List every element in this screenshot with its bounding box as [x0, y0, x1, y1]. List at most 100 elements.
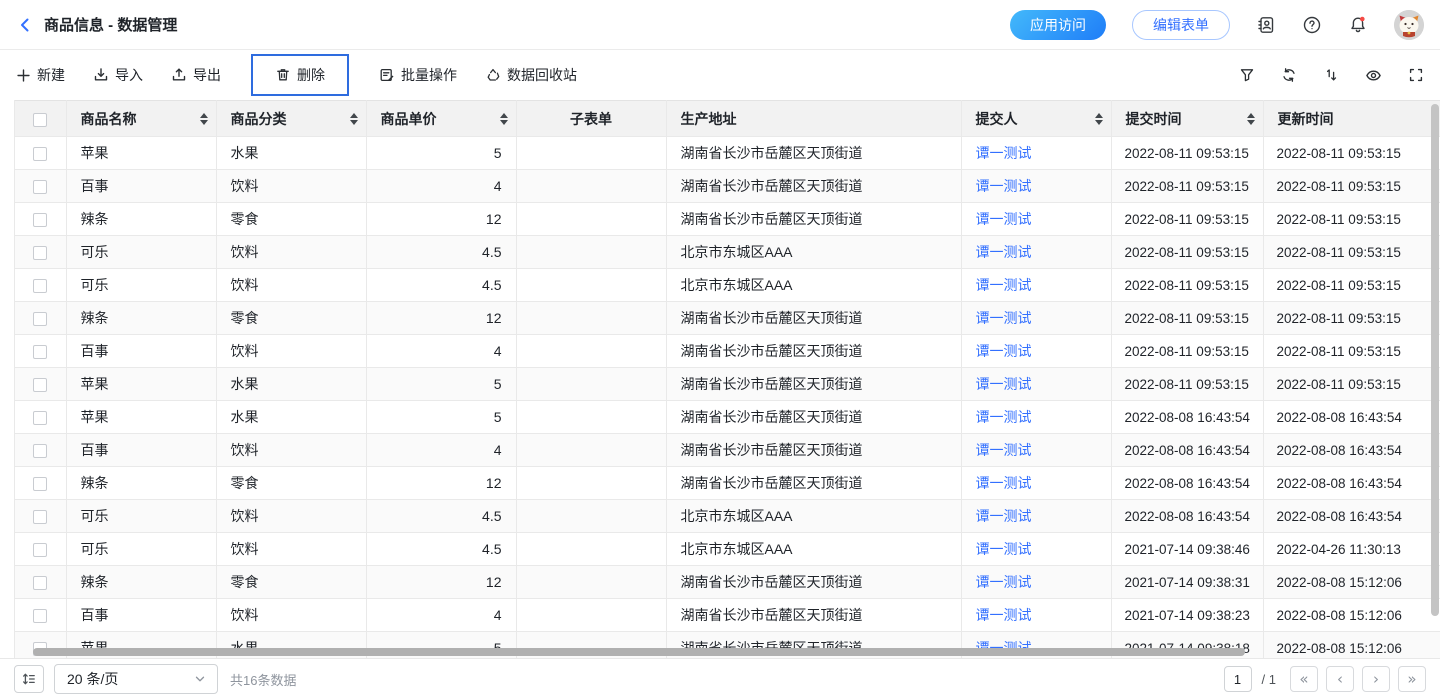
row-checkbox[interactable] — [33, 345, 47, 359]
page-size-select[interactable]: 20 条/页 — [54, 664, 218, 694]
submitter-link[interactable]: 谭一测试 — [976, 442, 1032, 458]
submitter-link[interactable]: 谭一测试 — [976, 574, 1032, 590]
table-row[interactable]: 可乐 饮料 4.5 北京市东城区AAA 谭一测试 2022-08-08 16:4… — [15, 500, 1440, 533]
horizontal-scrollbar[interactable] — [33, 648, 1245, 656]
cell-product-price: 4 — [366, 170, 516, 203]
row-checkbox[interactable] — [33, 246, 47, 260]
sort-settings-button[interactable] — [1323, 67, 1339, 83]
notifications-button[interactable] — [1348, 15, 1368, 35]
back-button[interactable] — [16, 16, 34, 34]
delete-button[interactable]: 删除 — [275, 65, 325, 85]
app-header: 商品信息 - 数据管理 应用访问 编辑表单 — [0, 0, 1440, 50]
cell-product-name: 辣条 — [66, 467, 216, 500]
current-page-input[interactable] — [1224, 666, 1252, 692]
recycle-bin-button[interactable]: 数据回收站 — [485, 65, 577, 85]
submitter-link[interactable]: 谭一测试 — [976, 343, 1032, 359]
submitter-link[interactable]: 谭一测试 — [976, 310, 1032, 326]
export-button[interactable]: 导出 — [171, 65, 221, 85]
cell-address: 湖南省长沙市岳麓区天顶街道 — [666, 401, 961, 434]
contacts-button[interactable] — [1256, 15, 1276, 35]
submitter-link[interactable]: 谭一测试 — [976, 607, 1032, 623]
row-checkbox[interactable] — [33, 279, 47, 293]
table-row[interactable]: 辣条 零食 12 湖南省长沙市岳麓区天顶街道 谭一测试 2022-08-08 1… — [15, 467, 1440, 500]
row-checkbox[interactable] — [33, 576, 47, 590]
filter-icon — [1239, 67, 1255, 83]
submitter-link[interactable]: 谭一测试 — [976, 409, 1032, 425]
table-row[interactable]: 百事 饮料 4 湖南省长沙市岳麓区天顶街道 谭一测试 2021-07-14 09… — [15, 599, 1440, 632]
cell-update-time: 2022-08-11 09:53:15 — [1263, 269, 1440, 302]
submitter-link[interactable]: 谭一测试 — [976, 244, 1032, 260]
sort-icon[interactable] — [1247, 113, 1255, 125]
import-button[interactable]: 导入 — [93, 65, 143, 85]
total-count-label: 共16条数据 — [230, 670, 296, 689]
table-row[interactable]: 百事 饮料 4 湖南省长沙市岳麓区天顶街道 谭一测试 2022-08-11 09… — [15, 170, 1440, 203]
submitter-link[interactable]: 谭一测试 — [976, 475, 1032, 491]
sort-icon[interactable] — [500, 113, 508, 125]
last-page-button[interactable]: » — [1398, 666, 1426, 692]
row-checkbox[interactable] — [33, 510, 47, 524]
refresh-button[interactable] — [1281, 67, 1297, 83]
sort-icon[interactable] — [200, 113, 208, 125]
table-row[interactable]: 辣条 零食 12 湖南省长沙市岳麓区天顶街道 谭一测试 2021-07-14 0… — [15, 566, 1440, 599]
cell-checkbox — [15, 236, 66, 269]
cell-submitter: 谭一测试 — [961, 368, 1111, 401]
row-checkbox[interactable] — [33, 609, 47, 623]
cell-update-time: 2022-08-08 15:12:06 — [1263, 632, 1440, 659]
fullscreen-button[interactable] — [1408, 67, 1424, 83]
batch-operation-button[interactable]: 批量操作 — [379, 65, 457, 85]
sort-icon[interactable] — [1095, 113, 1103, 125]
table-row[interactable]: 可乐 饮料 4.5 北京市东城区AAA 谭一测试 2022-08-11 09:5… — [15, 236, 1440, 269]
submitter-link[interactable]: 谭一测试 — [976, 376, 1032, 392]
table-row[interactable]: 百事 饮料 4 湖南省长沙市岳麓区天顶街道 谭一测试 2022-08-11 09… — [15, 335, 1440, 368]
cell-submitter: 谭一测试 — [961, 203, 1111, 236]
edit-form-button[interactable]: 编辑表单 — [1132, 10, 1230, 40]
submitter-link[interactable]: 谭一测试 — [976, 277, 1032, 293]
vertical-scrollbar[interactable] — [1431, 104, 1439, 616]
pagination-bar: 20 条/页 共16条数据 / 1 « ‹ › » — [0, 658, 1440, 699]
submitter-link[interactable]: 谭一测试 — [976, 211, 1032, 227]
app-access-button[interactable]: 应用访问 — [1010, 10, 1106, 40]
row-checkbox[interactable] — [33, 411, 47, 425]
column-visibility-button[interactable] — [1365, 67, 1382, 84]
table-row[interactable]: 可乐 饮料 4.5 北京市东城区AAA 谭一测试 2022-08-11 09:5… — [15, 269, 1440, 302]
submitter-link[interactable]: 谭一测试 — [976, 541, 1032, 557]
row-checkbox[interactable] — [33, 378, 47, 392]
row-checkbox[interactable] — [33, 147, 47, 161]
row-height-button[interactable] — [14, 665, 44, 693]
cell-product-category: 饮料 — [216, 434, 366, 467]
column-header-submitter: 提交人 — [976, 109, 1018, 129]
chevron-down-icon — [193, 672, 207, 686]
table-row[interactable]: 可乐 饮料 4.5 北京市东城区AAA 谭一测试 2021-07-14 09:3… — [15, 533, 1440, 566]
table-row[interactable]: 苹果 水果 5 湖南省长沙市岳麓区天顶街道 谭一测试 2022-08-08 16… — [15, 401, 1440, 434]
cell-subform — [516, 401, 666, 434]
cell-subform — [516, 170, 666, 203]
submitter-link[interactable]: 谭一测试 — [976, 508, 1032, 524]
cell-checkbox — [15, 368, 66, 401]
row-checkbox[interactable] — [33, 180, 47, 194]
table-row[interactable]: 苹果 水果 5 湖南省长沙市岳麓区天顶街道 谭一测试 2022-08-11 09… — [15, 368, 1440, 401]
next-page-button[interactable]: › — [1362, 666, 1390, 692]
sort-icon[interactable] — [350, 113, 358, 125]
table-row[interactable]: 辣条 零食 12 湖南省长沙市岳麓区天顶街道 谭一测试 2022-08-11 0… — [15, 302, 1440, 335]
row-checkbox[interactable] — [33, 444, 47, 458]
table-row[interactable]: 辣条 零食 12 湖南省长沙市岳麓区天顶街道 谭一测试 2022-08-11 0… — [15, 203, 1440, 236]
select-all-checkbox[interactable] — [33, 113, 47, 127]
row-checkbox[interactable] — [33, 213, 47, 227]
submitter-link[interactable]: 谭一测试 — [976, 145, 1032, 161]
column-header-submit-time: 提交时间 — [1126, 109, 1182, 129]
table-row[interactable]: 苹果 水果 5 湖南省长沙市岳麓区天顶街道 谭一测试 2022-08-11 09… — [15, 137, 1440, 170]
help-button[interactable] — [1302, 15, 1322, 35]
contacts-icon — [1256, 15, 1276, 35]
cell-product-category: 饮料 — [216, 599, 366, 632]
filter-button[interactable] — [1239, 67, 1255, 83]
prev-page-button[interactable]: ‹ — [1326, 666, 1354, 692]
submitter-link[interactable]: 谭一测试 — [976, 178, 1032, 194]
new-button[interactable]: 新建 — [16, 65, 65, 85]
row-checkbox[interactable] — [33, 312, 47, 326]
row-checkbox[interactable] — [33, 477, 47, 491]
table-row[interactable]: 百事 饮料 4 湖南省长沙市岳麓区天顶街道 谭一测试 2022-08-08 16… — [15, 434, 1440, 467]
row-checkbox[interactable] — [33, 543, 47, 557]
avatar[interactable] — [1394, 10, 1424, 40]
first-page-button[interactable]: « — [1290, 666, 1318, 692]
plus-icon — [16, 68, 31, 83]
